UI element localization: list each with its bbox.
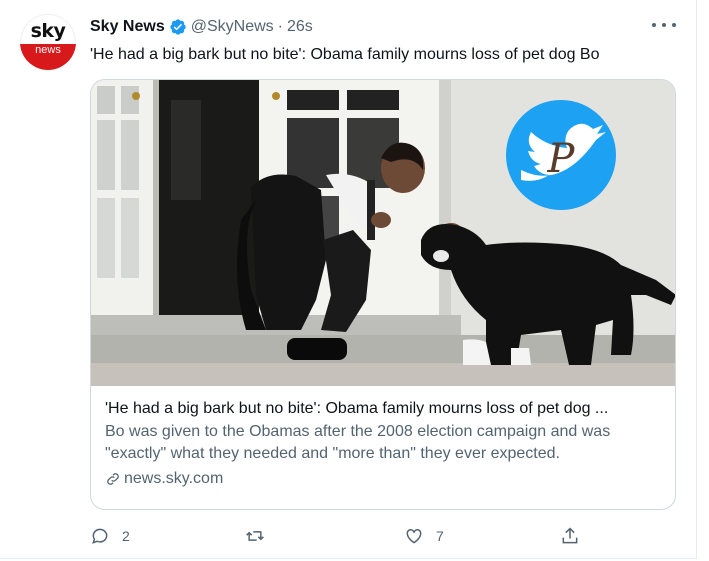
reply-count: 2 — [122, 528, 130, 544]
verified-badge-icon — [170, 19, 186, 35]
tweet-text: 'He had a big bark but no bite': Obama f… — [90, 46, 600, 63]
separator-dot: · — [277, 18, 283, 35]
svg-text:P: P — [547, 136, 576, 182]
reply-button[interactable]: 2 — [90, 524, 130, 548]
card-domain-text: news.sky.com — [124, 470, 224, 487]
tweet-container[interactable]: sky news Sky News @SkyNews · 26s 'He had… — [0, 0, 697, 559]
timestamp[interactable]: 26s — [287, 18, 313, 36]
like-button[interactable]: 7 — [404, 524, 444, 548]
card-body[interactable]: 'He had a big bark but no bite': Obama f… — [105, 398, 665, 490]
author-name[interactable]: Sky News — [90, 18, 165, 36]
retweet-icon — [246, 531, 264, 541]
reply-icon — [92, 528, 108, 544]
avatar[interactable]: sky news — [20, 14, 76, 70]
card-description: Bo was given to the Obamas after the 200… — [105, 423, 611, 462]
like-count: 7 — [436, 528, 444, 544]
link-card[interactable]: P 'He had a big bark but no bite': Obama… — [90, 79, 676, 510]
news-photo: P — [91, 80, 675, 386]
avatar-brand-bottom: news — [35, 44, 61, 56]
heart-icon — [406, 528, 422, 544]
tweet-header: Sky News @SkyNews · 26s — [90, 16, 313, 38]
more-options-icon[interactable] — [652, 18, 676, 32]
avatar-brand-top: sky — [30, 20, 66, 42]
share-icon — [562, 527, 578, 544]
retweet-button[interactable] — [245, 524, 277, 548]
link-icon — [107, 473, 119, 485]
card-title[interactable]: 'He had a big bark but no bite': Obama f… — [105, 398, 665, 419]
card-domain[interactable]: news.sky.com — [105, 468, 665, 490]
share-button[interactable] — [560, 524, 580, 548]
author-handle[interactable]: @SkyNews — [191, 18, 274, 36]
tweet-actions: 2 7 — [90, 524, 590, 548]
